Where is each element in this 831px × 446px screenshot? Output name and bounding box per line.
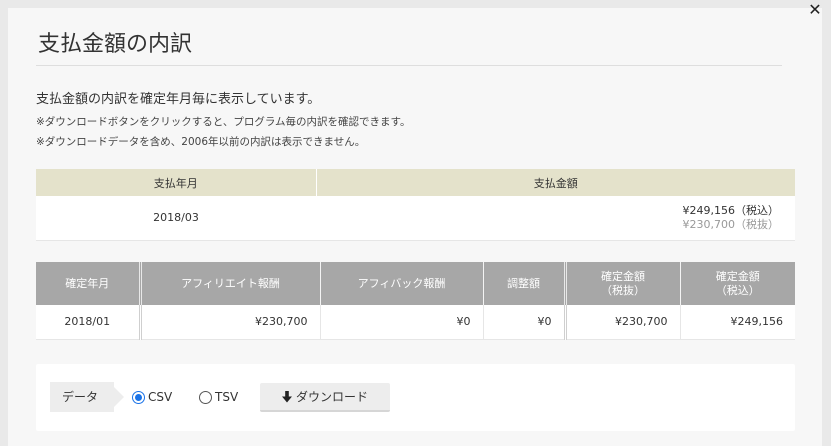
radio-unchecked-icon[interactable] [199, 390, 212, 404]
export-panel: データ CSV TSV ダウンロード [36, 364, 795, 431]
radio-csv[interactable]: CSV [132, 390, 172, 404]
cell-affiback-reward: ¥0 [319, 305, 483, 340]
arrow-down-icon [281, 390, 292, 402]
header-confirmed-incl: 確定金額 （税込） [679, 262, 795, 305]
cell-confirmed-incl: ¥249,156 [679, 305, 795, 340]
amount-tax-excluded: ¥230,700（税抜） [682, 217, 780, 231]
payment-breakdown-modal: ✕ 支払金額の内訳 支払金額の内訳を確定年月毎に表示しています。 ※ダウンロード… [8, 2, 822, 446]
data-label: データ [50, 382, 124, 412]
radio-checked-icon[interactable] [132, 390, 145, 404]
radio-tsv-label: TSV [215, 390, 239, 404]
header-affiback-reward: アフィバック報酬 [319, 262, 483, 305]
note-2006: ※ダウンロードデータを含め、2006年以前の内訳は表示できません。 [36, 136, 366, 148]
summary-table: 支払年月 支払金額 2018/03 ¥249,156（税込） ¥230,700（… [36, 169, 795, 241]
radio-tsv[interactable]: TSV [199, 390, 238, 404]
page-title: 支払金額の内訳 [38, 32, 193, 57]
payment-amount: ¥249,156（税込） ¥230,700（税抜） [316, 196, 795, 241]
cell-adjustment: ¥0 [482, 305, 565, 340]
lead-text: 支払金額の内訳を確定年月毎に表示しています。 [36, 92, 321, 107]
download-button-label: ダウンロード [295, 390, 368, 404]
title-divider [36, 65, 782, 66]
radio-csv-label: CSV [148, 390, 173, 404]
header-confirmed-excl: 確定金額 （税抜） [563, 262, 680, 305]
header-affiliate-reward: アフィリエイト報酬 [138, 262, 320, 305]
cell-confirmed-month: 2018/01 [36, 305, 140, 340]
header-confirmed-month: 確定年月 [36, 262, 140, 305]
detail-table: 確定年月 アフィリエイト報酬 アフィバック報酬 調整額 確定金額 （税抜） 確定金… [36, 262, 795, 340]
header-adjustment: 調整額 [482, 262, 565, 305]
table-row: 2018/03 ¥249,156（税込） ¥230,700（税抜） [36, 196, 795, 241]
payment-month: 2018/03 [36, 196, 316, 241]
header-payment-amount: 支払金額 [315, 169, 795, 196]
header-payment-month: 支払年月 [36, 169, 316, 196]
cell-confirmed-excl: ¥230,700 [563, 305, 680, 340]
note-download: ※ダウンロードボタンをクリックすると、プログラム毎の内訳を確認できます。 [36, 116, 411, 128]
cell-affiliate-reward: ¥230,700 [138, 305, 320, 340]
close-icon[interactable]: ✕ [808, 2, 822, 18]
download-button[interactable]: ダウンロード [260, 383, 390, 412]
table-row: 2018/01 ¥230,700 ¥0 ¥0 ¥230,700 ¥249,156 [36, 305, 795, 340]
amount-tax-included: ¥249,156（税込） [682, 203, 780, 217]
